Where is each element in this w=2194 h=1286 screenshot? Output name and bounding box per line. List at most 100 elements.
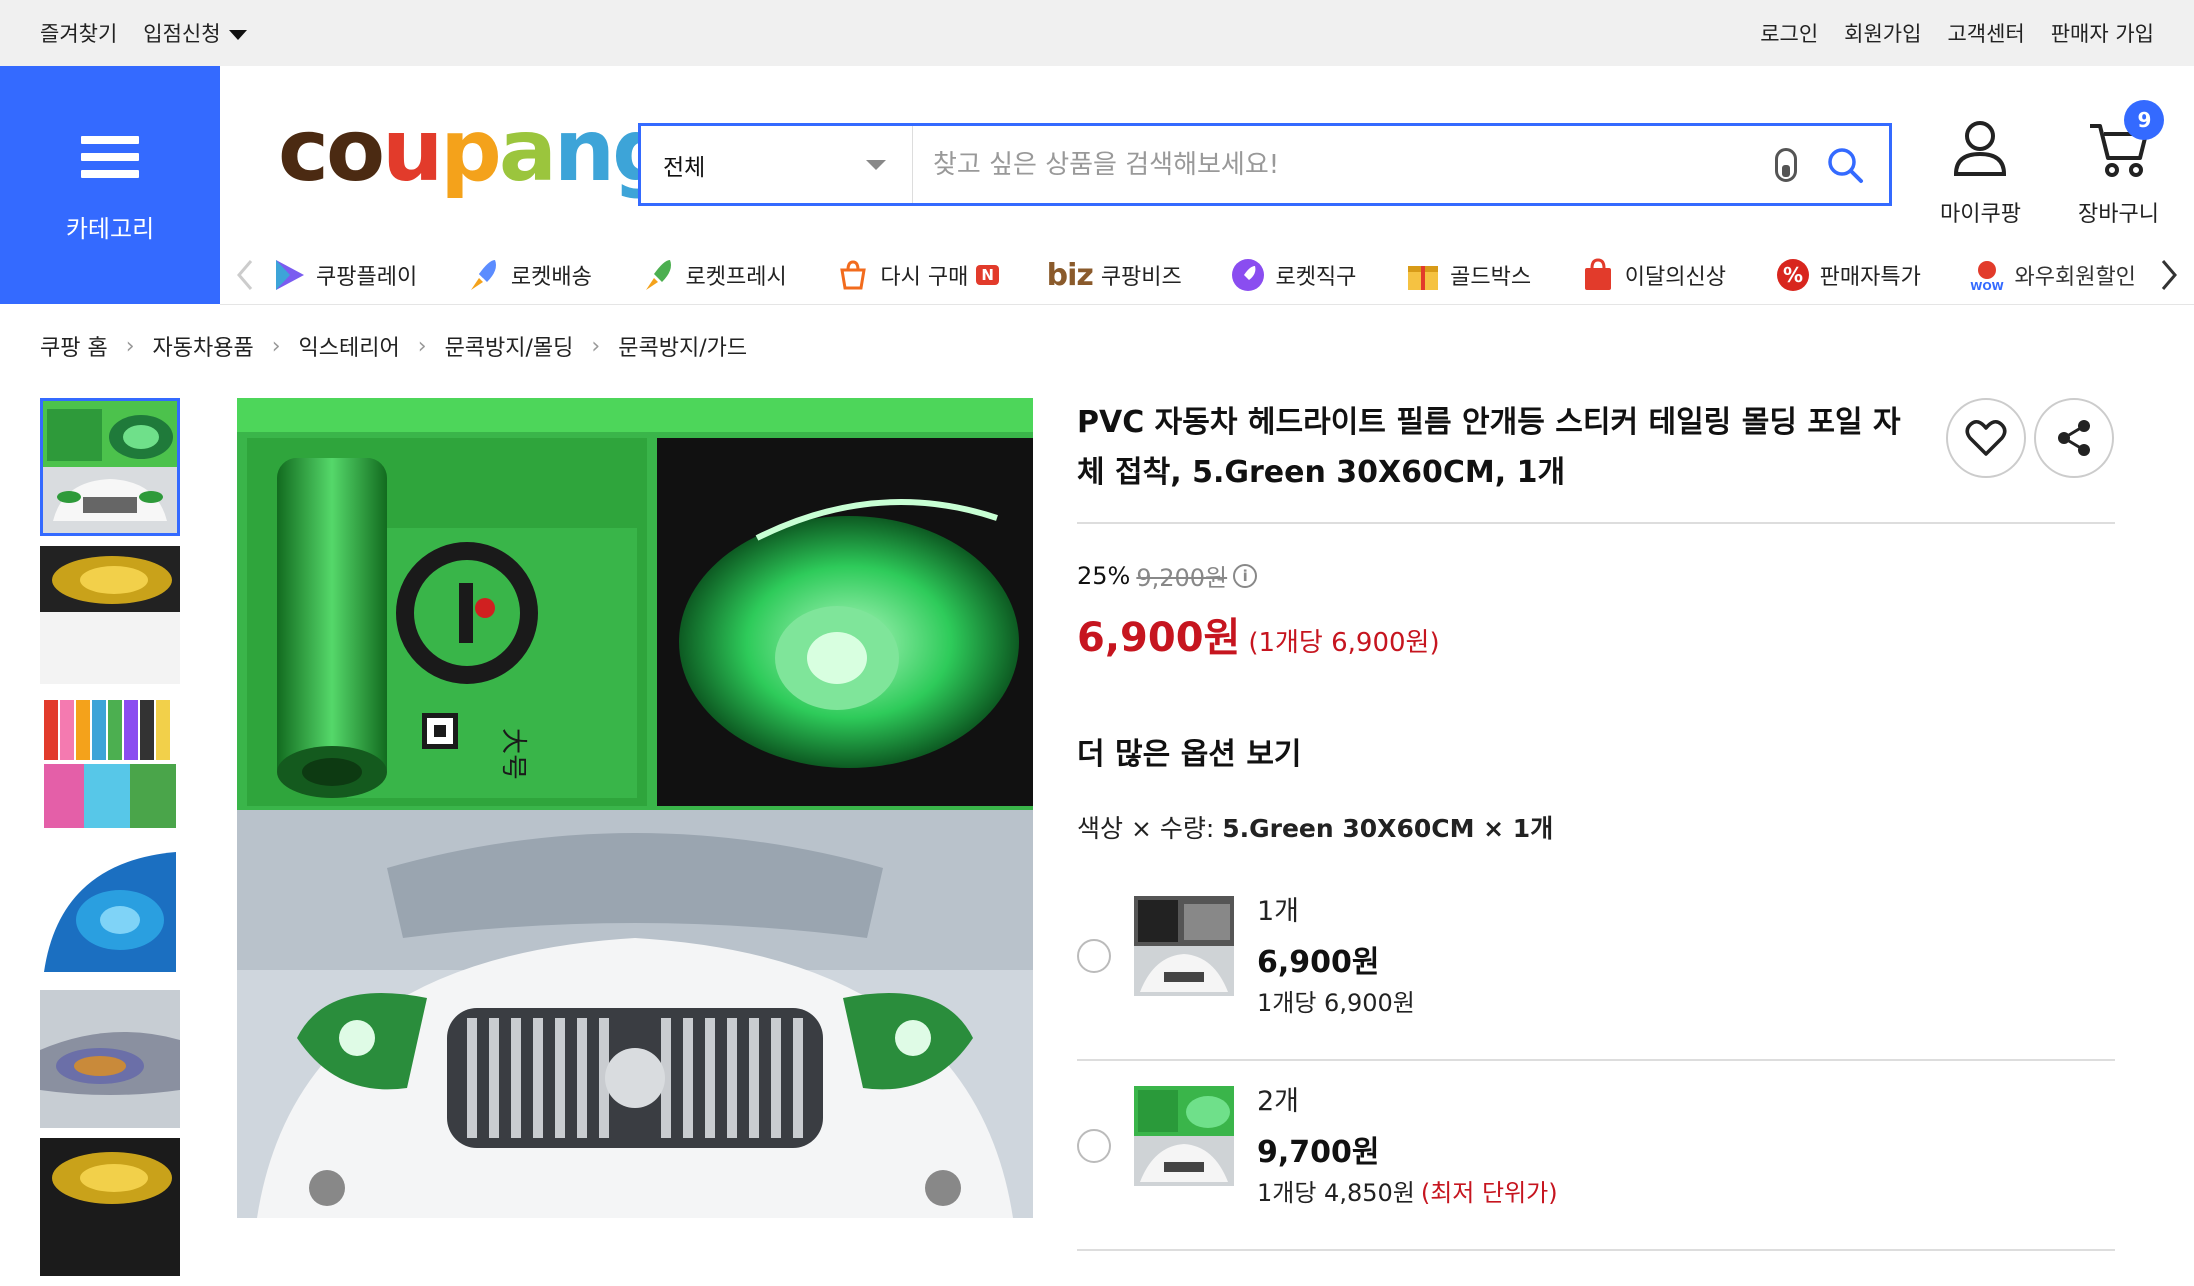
option-value: 5.Green 30X60CM × 1개	[1222, 814, 1554, 843]
option-radio[interactable]	[1077, 1129, 1111, 1163]
rocket-global-icon	[1232, 259, 1265, 291]
customer-center-link[interactable]: 고객센터	[1947, 18, 2024, 48]
nav-item-label: 로켓직구	[1275, 265, 1357, 290]
nav-prev-button[interactable]	[220, 258, 270, 292]
breadcrumb-item[interactable]: 문콕방지/가드	[618, 330, 747, 362]
lowest-unit-price-note: (최저 단위가)	[1420, 1179, 1558, 1207]
search-icon[interactable]	[1825, 145, 1865, 185]
search-category-value: 전체	[663, 154, 706, 181]
chevron-right-icon: ›	[417, 333, 427, 359]
nav-item-label: 이달의신상	[1624, 265, 1726, 290]
nav-item-rocket-global[interactable]: 로켓직구	[1229, 256, 1356, 294]
category-label: 카테고리	[65, 214, 155, 243]
cart-button[interactable]: 9 장바구니	[2078, 100, 2165, 228]
share-icon	[2058, 420, 2090, 456]
nav-item-label: 로켓프레시	[685, 265, 787, 290]
unit-price: (1개당 6,900원)	[1248, 628, 1440, 658]
option-unit-price-text: 1개당 4,850원	[1257, 1179, 1415, 1207]
svg-text:%: %	[1783, 263, 1803, 287]
thumbnail-list	[40, 398, 180, 1286]
mycoupang-button[interactable]: 마이쿠팡	[1940, 118, 2021, 228]
share-button[interactable]	[2034, 398, 2114, 478]
breadcrumb-item[interactable]: 문콕방지/몰딩	[445, 330, 574, 362]
hamburger-icon	[81, 127, 139, 187]
nav-item-repurchase[interactable]: 다시 구매 N	[834, 256, 999, 294]
selected-option-summary: 색상 × 수량: 5.Green 30X60CM × 1개	[1077, 809, 2115, 845]
thumbnail-image[interactable]	[40, 842, 180, 980]
chevron-left-icon	[237, 260, 253, 290]
info-icon[interactable]: i	[1233, 563, 1258, 588]
discount-rate: 25%	[1077, 561, 1131, 590]
biz-icon: biz	[1046, 257, 1094, 293]
bookmark-link[interactable]: 즐겨찾기	[40, 18, 117, 48]
repurchase-icon	[840, 260, 867, 290]
thumbnail-image[interactable]	[40, 1138, 180, 1276]
nav-item-goldbox[interactable]: 골드박스	[1404, 256, 1531, 294]
goldbox-icon	[1408, 266, 1439, 290]
nav-item-label: 쿠팡비즈	[1100, 265, 1182, 290]
option-unit-price: 1개당 6,900원	[1257, 983, 1415, 1018]
chevron-down-icon	[866, 159, 886, 170]
title-divider	[1077, 522, 2115, 524]
main-product-image[interactable]: 大号	[237, 398, 1033, 1218]
nav-item-label: 쿠팡플레이	[316, 265, 418, 290]
seller-apply-dropdown[interactable]: 입점신청	[143, 18, 247, 48]
option-quantity: 2개	[1257, 1086, 1300, 1117]
breadcrumb-item[interactable]: 익스테리어	[299, 330, 400, 362]
thumbnail-image[interactable]	[40, 546, 180, 684]
discount-row: 25% 9,200원 i	[1077, 558, 2115, 593]
option-price: 6,900원	[1257, 945, 1380, 980]
login-link[interactable]: 로그인	[1760, 18, 1818, 48]
nav-item-label: 다시 구매	[880, 265, 969, 290]
seller-apply-label: 입점신청	[143, 22, 221, 46]
nav-item-label: 로켓배송	[510, 265, 592, 290]
service-nav: 쿠팡플레이 로켓배송 로켓프레시 다시 구매 N biz 쿠팡비즈 로켓직구 골…	[220, 246, 2194, 304]
option-radio[interactable]	[1077, 939, 1111, 973]
product-info: PVC 자동차 헤드라이트 필름 안개등 스티커 테일링 몰딩 포일 자체 접착…	[1077, 398, 2115, 1251]
thumbnail-image[interactable]	[40, 990, 180, 1128]
wishlist-button[interactable]	[1946, 398, 2026, 478]
nav-item-coupang-biz[interactable]: biz 쿠팡비즈	[1047, 258, 1182, 293]
option-item[interactable]: 2개 9,700원 1개당 4,850원 (최저 단위가)	[1077, 1061, 2115, 1251]
signup-link[interactable]: 회원가입	[1844, 18, 1921, 48]
sale-price: 6,900원	[1077, 615, 1241, 661]
search-input[interactable]	[913, 149, 1775, 180]
nav-item-rocket-fresh[interactable]: 로켓프레시	[640, 256, 787, 294]
cart-label: 장바구니	[2078, 202, 2159, 227]
seller-signup-link[interactable]: 판매자 가입	[2051, 18, 2154, 48]
microphone-icon[interactable]	[1775, 147, 1797, 182]
chevron-right-icon: ›	[271, 333, 281, 359]
percent-icon: %	[1776, 259, 1809, 291]
nav-next-button[interactable]	[2144, 258, 2194, 292]
thumbnail-image[interactable]	[40, 694, 180, 832]
new-badge: N	[976, 265, 999, 285]
svg-text:WOW: WOW	[1971, 280, 2005, 293]
option-item[interactable]: 1개 6,900원 1개당 6,900원	[1077, 871, 2115, 1061]
category-menu-button[interactable]: 카테고리	[0, 66, 220, 304]
caret-down-icon	[228, 30, 247, 40]
price-row: 6,900원 (1개당 6,900원)	[1077, 605, 2115, 663]
nav-item-coupang-play[interactable]: 쿠팡플레이	[270, 256, 417, 294]
nav-item-seller-deals[interactable]: % 판매자특가	[1774, 256, 1921, 294]
breadcrumb-item[interactable]: 쿠팡 홈	[40, 330, 108, 362]
option-list: 1개 6,900원 1개당 6,900원 2개 9,700원 1개당 4,850…	[1077, 871, 2115, 1251]
option-quantity: 1개	[1257, 896, 1300, 927]
option-thumbnail	[1134, 1086, 1234, 1186]
breadcrumb-item[interactable]: 자동차용품	[153, 330, 254, 362]
option-unit-price-text: 1개당 6,900원	[1257, 989, 1415, 1017]
rocket-icon	[470, 260, 496, 290]
nav-item-label: 골드박스	[1450, 265, 1532, 290]
coupang-logo[interactable]: coupang	[278, 108, 674, 194]
new-bag-icon	[1584, 258, 1611, 290]
nav-item-wow-discount[interactable]: WOW 와우회원할인	[1968, 256, 2136, 294]
nav-item-label: 와우회원할인	[2014, 265, 2136, 290]
chevron-right-icon	[2161, 260, 2177, 290]
thumbnail-image[interactable]	[40, 398, 180, 536]
user-icon	[1954, 121, 2007, 176]
nav-item-rocket-delivery[interactable]: 로켓배송	[465, 256, 592, 294]
option-thumbnail	[1134, 896, 1234, 996]
search-category-select[interactable]: 전체	[641, 126, 913, 203]
mycoupang-label: 마이쿠팡	[1940, 202, 2021, 227]
option-price: 9,700원	[1257, 1135, 1380, 1170]
nav-item-new-arrivals[interactable]: 이달의신상	[1579, 256, 1726, 294]
